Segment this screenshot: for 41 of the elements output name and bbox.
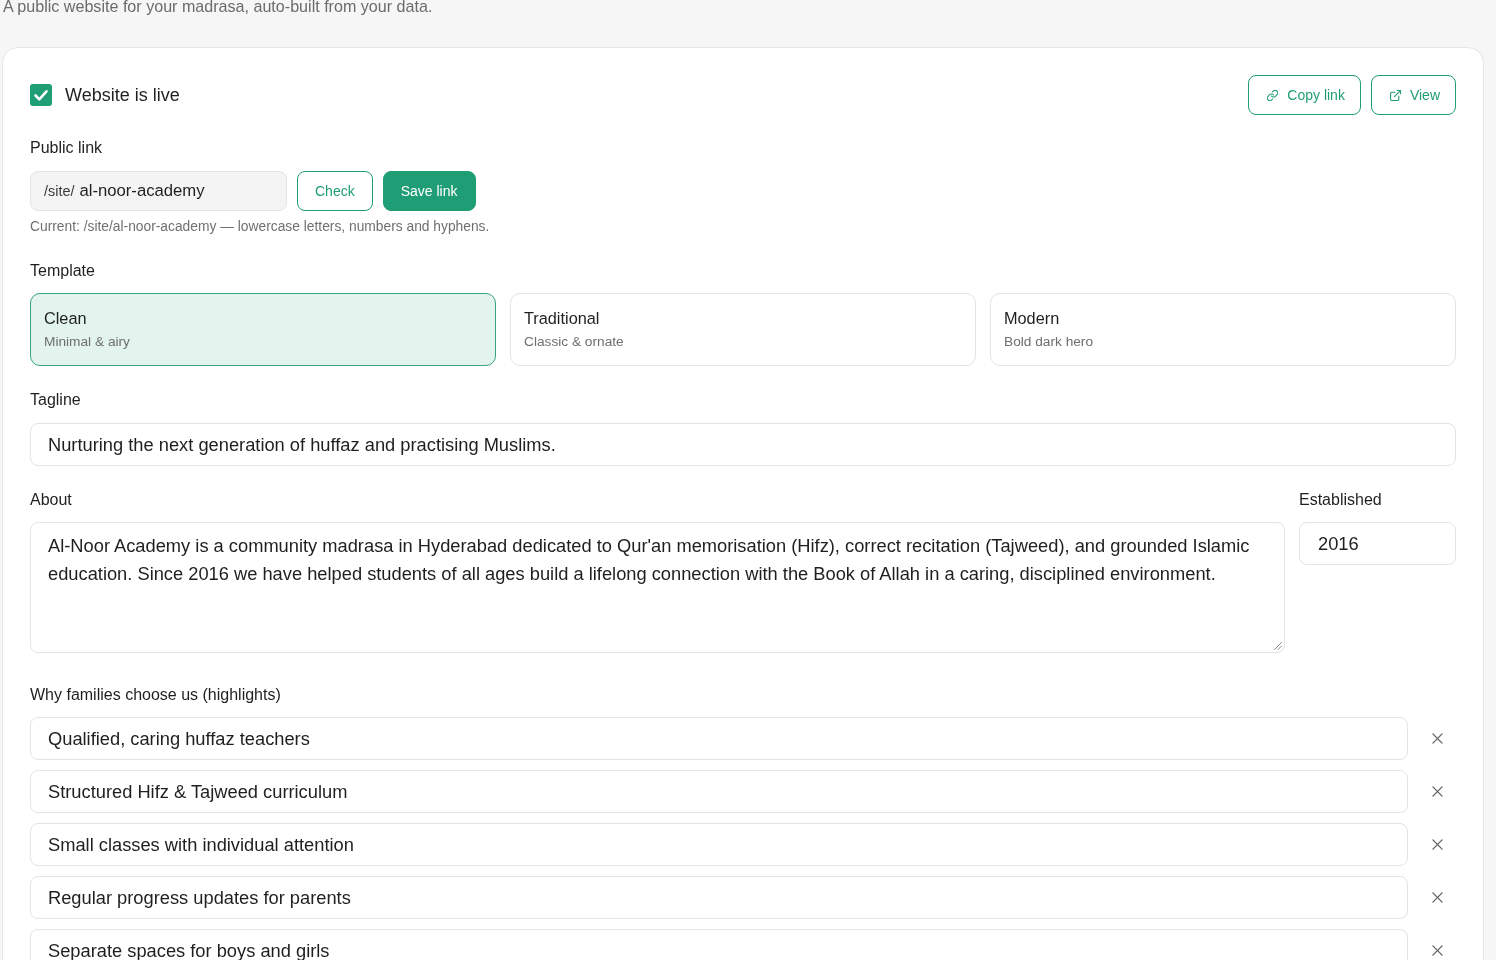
highlight-field[interactable]: Structured Hifz & Tajweed curriculum	[30, 770, 1408, 813]
field-label: Tagline	[30, 390, 82, 410]
url-prefix: /site/	[44, 183, 75, 199]
close-icon[interactable]	[1432, 892, 1443, 903]
template-description: Bold dark hero	[1004, 333, 1095, 351]
highlight-field[interactable]: Separate spaces for boys and girls	[30, 929, 1408, 960]
close-icon[interactable]	[1432, 839, 1443, 850]
check-button[interactable]: Check	[297, 171, 373, 211]
page-subtitle: A public website for your madrasa, auto-built from your data.	[2, 0, 434, 14]
field-label: Template	[30, 261, 96, 281]
copy-link-button[interactable]: Copy link	[1248, 75, 1361, 115]
highlight-field[interactable]: Qualified, caring huffaz teachers	[30, 717, 1408, 760]
template-title: Clean	[44, 308, 88, 328]
close-icon[interactable]	[1432, 786, 1443, 797]
template-title: Modern	[1004, 308, 1061, 328]
field-label: Public link	[30, 138, 104, 158]
template-description: Classic & ornate	[524, 333, 625, 351]
field-label: Why families choose us (highlights)	[30, 685, 282, 705]
external-link-icon	[1389, 89, 1401, 101]
template-description: Minimal & airy	[44, 333, 131, 351]
template-title: Traditional	[524, 308, 601, 328]
link-icon	[1267, 89, 1279, 101]
template-option[interactable]: Traditional Classic & ornate	[510, 293, 976, 366]
checkbox[interactable]	[30, 84, 52, 106]
close-icon[interactable]	[1432, 945, 1443, 956]
resize-handle-icon[interactable]	[1274, 642, 1282, 650]
field-label: Established	[1299, 490, 1383, 510]
template-option[interactable]: Modern Bold dark hero	[990, 293, 1456, 366]
slug-field[interactable]: /site/ al-noor-academy	[30, 171, 287, 211]
close-icon[interactable]	[1432, 733, 1443, 744]
hint-text: Current: /site/al-noor-academy — lowercase letters, numbers and hyphens.	[30, 219, 491, 235]
tagline-field[interactable]: Nurturing the next generation of huffaz and practising Muslims.	[30, 423, 1456, 466]
field-label: About	[30, 490, 73, 510]
view-button[interactable]: View	[1370, 75, 1456, 115]
toggle-label: Website is live	[65, 84, 180, 107]
highlight-field[interactable]: Regular progress updates for parents	[30, 876, 1408, 919]
template-option[interactable]: Clean Minimal & airy	[30, 293, 496, 366]
established-field[interactable]: 2016	[1299, 522, 1456, 565]
highlight-field[interactable]: Small classes with individual attention	[30, 823, 1408, 866]
slug-value: al-noor-academy	[79, 181, 205, 201]
about-textarea[interactable]: Al-Noor Academy is a community madrasa in Hyderabad dedicated to Qur'an memorisation (Hifz), correct recitation (Tajweed), and grounded Islamic education. Since 2016 we have helped students of all ages build a lifelong connection with the Book of Allah in a caring, disciplined environment.	[30, 522, 1285, 653]
